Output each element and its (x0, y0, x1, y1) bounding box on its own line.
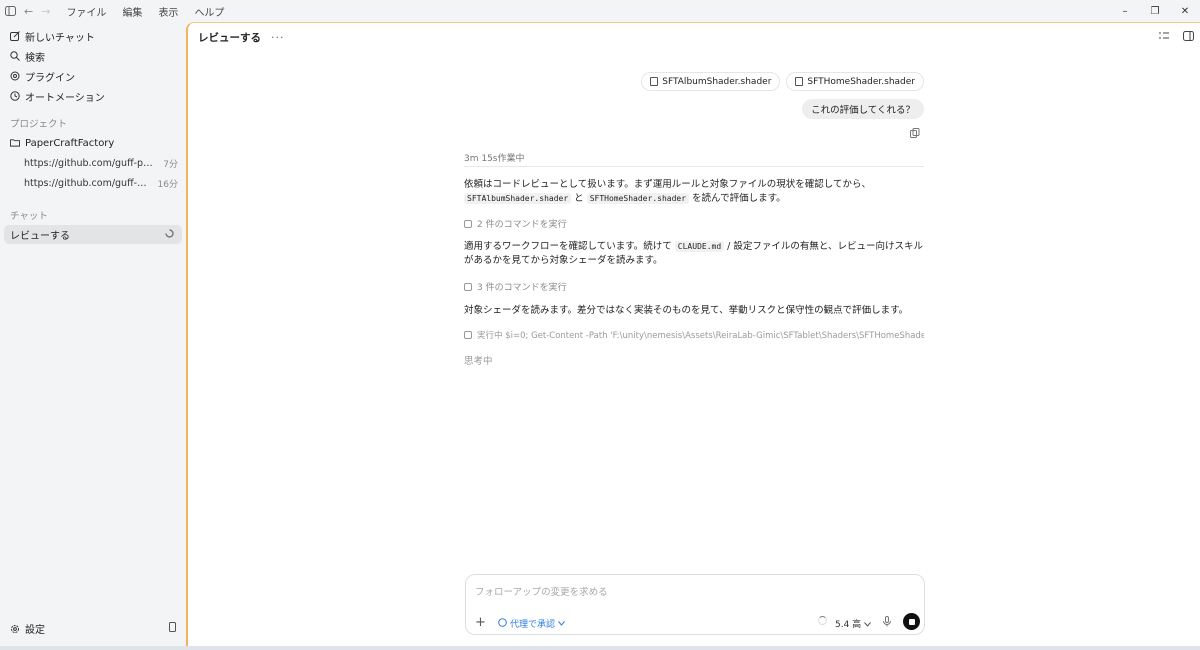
projects-section-label: プロジェクト (10, 119, 68, 130)
loading-spinner-icon (165, 228, 174, 241)
taskbar (0, 646, 1200, 650)
terminal-icon (464, 219, 472, 228)
worked-duration[interactable]: 3m 15s作業中 (464, 151, 924, 167)
paragraph-text: と (571, 193, 587, 204)
panel-toggle-icon[interactable] (1182, 30, 1194, 42)
menu-file[interactable]: ファイル (66, 4, 106, 19)
copy-icon[interactable] (910, 128, 920, 138)
sidebar-item-label: オートメーション (25, 92, 105, 104)
running-command[interactable]: 実行中 $i=0; Get-Content -Path 'F:\unity\ne… (464, 329, 924, 341)
thread-time: 7分 (163, 159, 178, 170)
worked-label: 3m 15s作業中 (464, 154, 525, 164)
main-panel: レビューする ··· SFTAlbumShader.shader SFTHome… (186, 22, 1200, 646)
file-icon (795, 77, 804, 86)
minimize-button[interactable]: – (1110, 0, 1140, 22)
maximize-button[interactable]: ❐ (1140, 0, 1170, 22)
stop-button[interactable] (903, 613, 920, 630)
sidebar-item-plugins[interactable]: プラグイン (0, 66, 186, 86)
paragraph-text: を読んで評価します。 (689, 193, 786, 204)
sidebar-item-search[interactable]: 検索 (0, 46, 186, 66)
shield-icon (498, 617, 507, 630)
inline-code: CLAUDE.md (674, 241, 725, 252)
menu-view[interactable]: 表示 (158, 4, 178, 19)
command-label: 3 件のコマンドを実行 (477, 283, 567, 293)
command-summary[interactable]: 2 件のコマンドを実行 (464, 217, 924, 230)
paragraph-text: 適用するワークフローを確認しています。続けて (464, 241, 675, 252)
file-icon (650, 77, 659, 86)
paragraph-text: 対象シェーダを読みます。差分ではなく実装そのものを見て、挙動リスクと保守性の観点… (464, 305, 909, 316)
title-bar: ← → ファイル 編集 表示 ヘルプ – ❐ ✕ (0, 0, 1200, 22)
sidebar-toggle-icon[interactable] (2, 3, 18, 19)
chat-item-active[interactable]: レビューする (4, 225, 182, 244)
menu-bar: ファイル 編集 表示 ヘルプ (66, 4, 224, 19)
stop-icon (908, 618, 915, 625)
sidebar: 新しいチャット 検索 プラグイン オートメーション プロジェクト PaperCr… (0, 22, 186, 646)
chats-section-label: チャット (10, 211, 48, 222)
sidebar-item-label: 検索 (25, 52, 45, 64)
command-summary[interactable]: 3 件のコマンドを実行 (464, 280, 924, 293)
assistant-paragraph: 依頼はコードレビューとして扱います。まず運用ルールと対象ファイルの現状を確認して… (464, 178, 924, 206)
chat-label: レビューする (10, 231, 70, 242)
terminal-icon (464, 282, 472, 291)
model-selector[interactable]: 5.4 高 (835, 617, 871, 630)
assistant-paragraph: 対象シェーダを読みます。差分ではなく実装そのものを見て、挙動リスクと保守性の観点… (464, 304, 924, 318)
back-button[interactable]: ← (24, 5, 33, 18)
sidebar-item-label: プラグイン (25, 72, 75, 84)
more-options-button[interactable]: ··· (271, 31, 285, 44)
page-title: レビューする (198, 31, 261, 44)
inline-code: SFTHomeShader.shader (586, 193, 690, 204)
sidebar-item-automation[interactable]: オートメーション (0, 86, 186, 106)
thread-label: https://github.com/guff-ppp/PaperCraftFa… (24, 177, 152, 189)
paragraph-text: 依頼はコードレビューとして扱います。まず運用ルールと対象ファイルの現状を確認して… (464, 179, 871, 190)
project-thread-item[interactable]: https://github.com/guff-ppp/PaperCraftFa… (0, 173, 186, 193)
project-thread-item[interactable]: https://github.com/guff-ppp/PaperCraftFa… (0, 153, 186, 173)
follow-up-input[interactable]: フォローアップの変更を求める (475, 584, 608, 598)
menu-edit[interactable]: 編集 (122, 4, 142, 19)
user-message-bubble: これの評価してくれる？ (802, 99, 924, 119)
thread-label: https://github.com/guff-ppp/PaperCraftFa… (24, 157, 157, 169)
device-icon[interactable] (169, 622, 176, 635)
plugin-icon (10, 71, 20, 81)
thinking-indicator: 思考中 (464, 356, 493, 367)
progress-spinner-icon (818, 616, 827, 625)
assistant-paragraph: 適用するワークフローを確認しています。続けて CLAUDE.md / 設定ファイ… (464, 240, 924, 268)
attachment-label: SFTHomeShader.shader (807, 76, 915, 87)
settings-button[interactable]: 設定 (0, 621, 186, 636)
model-label: 5.4 高 (835, 620, 862, 630)
approval-mode-dropdown[interactable]: 代理で承認 (498, 617, 565, 630)
attachment-chip[interactable]: SFTHomeShader.shader (786, 72, 924, 91)
clock-icon (10, 91, 20, 101)
inline-code: SFTAlbumShader.shader (464, 193, 572, 204)
forward-button[interactable]: → (41, 5, 50, 18)
folder-icon (10, 138, 20, 148)
project-label: PaperCraftFactory (25, 137, 115, 149)
close-button[interactable]: ✕ (1170, 0, 1200, 22)
composer: フォローアップの変更を求める + 代理で承認 5.4 高 (465, 574, 925, 635)
attachment-chip[interactable]: SFTAlbumShader.shader (641, 72, 781, 91)
approval-mode-label: 代理で承認 (510, 620, 556, 630)
project-item[interactable]: PaperCraftFactory (0, 133, 186, 153)
sidebar-item-label: 新しいチャット (25, 32, 95, 44)
settings-label: 設定 (25, 625, 45, 636)
edit-icon (10, 31, 20, 41)
checklist-icon[interactable] (1158, 30, 1170, 42)
command-label: 2 件のコマンドを実行 (477, 220, 567, 230)
add-attachment-button[interactable]: + (475, 615, 486, 630)
menu-help[interactable]: ヘルプ (194, 4, 224, 19)
microphone-icon[interactable] (883, 616, 891, 630)
gear-icon (10, 624, 20, 634)
sidebar-item-new-chat[interactable]: 新しいチャット (0, 26, 186, 46)
attachment-label: SFTAlbumShader.shader (662, 76, 772, 87)
chevron-down-icon (864, 620, 871, 630)
thread-time: 16分 (157, 179, 178, 190)
search-icon (10, 51, 20, 61)
terminal-icon (464, 331, 472, 339)
running-command-label: 実行中 $i=0; Get-Content -Path 'F:\unity\ne… (477, 331, 924, 341)
main-header: レビューする ··· (188, 23, 1200, 51)
chevron-down-icon (558, 619, 565, 629)
